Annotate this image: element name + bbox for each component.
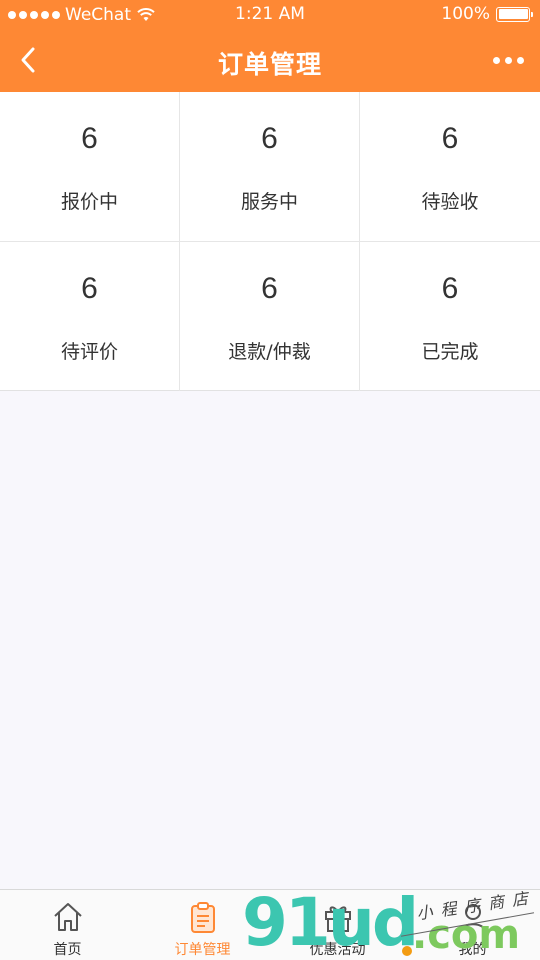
battery-status: 100% [441, 4, 533, 24]
clipboard-icon [190, 902, 215, 933]
order-status-quoting[interactable]: 6 报价中 [0, 92, 180, 242]
tab-label: 首页 [53, 942, 82, 958]
order-count: 6 [441, 122, 459, 155]
order-status-label: 退款/仲裁 [228, 341, 311, 363]
chevron-left-icon [21, 47, 35, 73]
order-count: 6 [261, 272, 278, 305]
tab-label: 我的 [458, 942, 487, 958]
header: WeChat 1:21 AM 100% 订单管理 [0, 0, 540, 92]
tab-label: 优惠活动 [309, 942, 366, 958]
order-status-grid: 6 报价中 6 服务中 6 待验收 6 待评价 6 退款/仲裁 6 已完成 [0, 92, 540, 391]
tab-orders[interactable]: 订单管理 [135, 890, 270, 960]
status-bar: WeChat 1:21 AM 100% [0, 0, 540, 30]
order-status-label: 服务中 [240, 191, 298, 213]
tab-promotions[interactable]: 优惠活动 [270, 890, 405, 960]
user-icon [459, 904, 486, 932]
order-status-label: 报价中 [60, 191, 118, 213]
order-count: 6 [81, 122, 98, 155]
page-title: 订单管理 [217, 50, 322, 79]
order-status-pending-acceptance[interactable]: 6 待验收 [360, 92, 540, 242]
order-status-refund-arbitration[interactable]: 6 退款/仲裁 [180, 242, 360, 391]
order-status-label: 待验收 [421, 191, 479, 213]
order-status-in-service[interactable]: 6 服务中 [180, 92, 360, 242]
back-button[interactable] [10, 42, 46, 78]
battery-percent: 100% [441, 4, 490, 24]
battery-icon [496, 6, 533, 22]
tab-profile[interactable]: 我的 [405, 890, 540, 960]
order-status-pending-review[interactable]: 6 待评价 [0, 242, 180, 391]
order-count: 6 [261, 122, 278, 155]
more-icon [493, 56, 500, 64]
order-status-label: 已完成 [421, 341, 479, 363]
order-count: 6 [81, 272, 98, 305]
more-button[interactable] [493, 42, 524, 78]
bottom-tab-bar: 首页 订单管理 优惠活动 我的 [0, 889, 540, 960]
gift-icon [324, 906, 351, 932]
nav-bar: 订单管理 [0, 30, 540, 92]
home-icon [53, 903, 82, 931]
order-count: 6 [441, 272, 459, 305]
tab-label: 订单管理 [174, 942, 231, 958]
order-status-label: 待评价 [60, 341, 118, 363]
tab-home[interactable]: 首页 [0, 890, 135, 960]
order-status-completed[interactable]: 6 已完成 [360, 242, 540, 391]
